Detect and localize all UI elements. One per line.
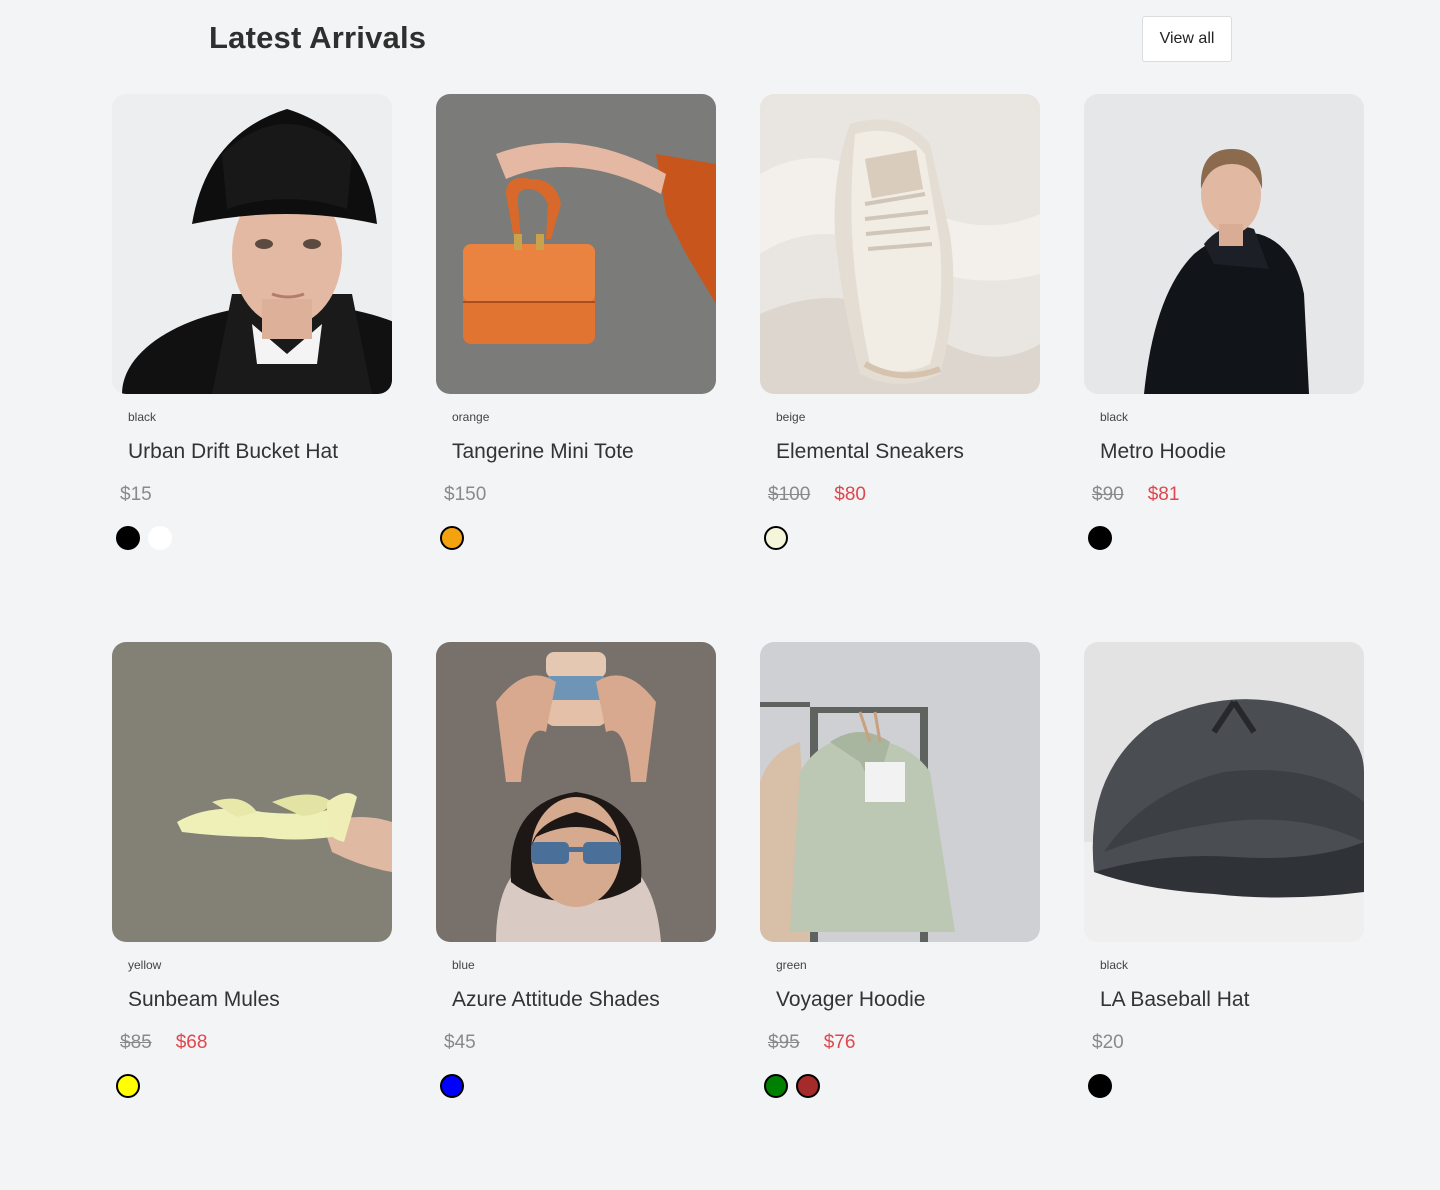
color-swatches — [764, 526, 788, 550]
price-row: $45 — [444, 1032, 476, 1054]
color-swatches — [116, 1074, 140, 1098]
color-swatches — [440, 526, 464, 550]
product-color-name: yellow — [128, 958, 162, 972]
color-swatch-white[interactable] — [148, 526, 172, 550]
product-color-name: black — [128, 410, 157, 424]
product-color-name: green — [776, 958, 807, 972]
product-image-shades[interactable] — [436, 642, 716, 942]
price-row: $100 $80 — [768, 484, 866, 506]
section-header: Latest Arrivals View all — [0, 0, 1440, 80]
product-photo — [1084, 642, 1364, 942]
product-name[interactable]: Elemental Sneakers — [776, 440, 964, 464]
product-original-price: $90 — [1092, 484, 1124, 505]
product-original-price: $85 — [120, 1032, 152, 1053]
color-swatches — [1088, 1074, 1112, 1098]
color-swatch-beige[interactable] — [764, 526, 788, 550]
price-row: $85 $68 — [120, 1032, 207, 1054]
product-color-name: blue — [452, 958, 475, 972]
product-image-sneakers[interactable] — [760, 94, 1040, 394]
product-card[interactable]: orange Tangerine Mini Tote $150 — [436, 94, 716, 642]
page-title: Latest Arrivals — [209, 20, 427, 55]
product-photo — [436, 94, 716, 394]
price-row: $15 — [120, 484, 152, 506]
product-sale-price: $76 — [823, 1032, 856, 1053]
price-row: $90 $81 — [1092, 484, 1179, 506]
product-image-bucket-hat[interactable] — [112, 94, 392, 394]
product-price: $150 — [444, 484, 487, 505]
color-swatch-black[interactable] — [1088, 1074, 1112, 1098]
product-card[interactable]: yellow Sunbeam Mules $85 $68 — [112, 642, 392, 1190]
product-name[interactable]: Voyager Hoodie — [776, 988, 925, 1012]
product-card[interactable]: green Voyager Hoodie $95 $76 — [760, 642, 1040, 1190]
color-swatches — [764, 1074, 820, 1098]
product-grid: black Urban Drift Bucket Hat $15 orange … — [112, 94, 1364, 1190]
product-name[interactable]: Azure Attitude Shades — [452, 988, 660, 1012]
product-image-baseball-hat[interactable] — [1084, 642, 1364, 942]
product-image-metro-hoodie[interactable] — [1084, 94, 1364, 394]
product-card[interactable]: black LA Baseball Hat $20 — [1084, 642, 1364, 1190]
product-photo — [112, 642, 392, 942]
product-photo — [760, 642, 1040, 942]
price-row: $150 — [444, 484, 486, 506]
product-original-price: $95 — [768, 1032, 800, 1053]
product-original-price: $100 — [768, 484, 811, 505]
product-photo — [760, 94, 1040, 394]
color-swatch-blue[interactable] — [440, 1074, 464, 1098]
price-row: $95 $76 — [768, 1032, 855, 1054]
product-sale-price: $80 — [834, 484, 866, 505]
color-swatches — [116, 526, 172, 550]
product-sale-price: $81 — [1147, 484, 1180, 505]
product-name[interactable]: LA Baseball Hat — [1100, 988, 1249, 1012]
color-swatch-black[interactable] — [1088, 526, 1112, 550]
product-card[interactable]: black Metro Hoodie $90 $81 — [1084, 94, 1364, 642]
product-photo — [436, 642, 716, 942]
product-color-name: black — [1100, 410, 1129, 424]
product-name[interactable]: Sunbeam Mules — [128, 988, 280, 1012]
product-image-mini-tote[interactable] — [436, 94, 716, 394]
product-name[interactable]: Urban Drift Bucket Hat — [128, 440, 338, 464]
product-price: $15 — [120, 484, 152, 505]
color-swatches — [440, 1074, 464, 1098]
product-photo — [1084, 94, 1364, 394]
product-image-mules[interactable] — [112, 642, 392, 942]
color-swatches — [1088, 526, 1112, 550]
color-swatch-brown[interactable] — [796, 1074, 820, 1098]
color-swatch-yellow[interactable] — [116, 1074, 140, 1098]
product-price: $20 — [1092, 1032, 1124, 1053]
price-row: $20 — [1092, 1032, 1124, 1054]
color-swatch-green[interactable] — [764, 1074, 788, 1098]
product-card[interactable]: black Urban Drift Bucket Hat $15 — [112, 94, 392, 642]
product-card[interactable]: blue Azure Attitude Shades $45 — [436, 642, 716, 1190]
product-card[interactable]: beige Elemental Sneakers $100 $80 — [760, 94, 1040, 642]
color-swatch-orange[interactable] — [440, 526, 464, 550]
product-color-name: orange — [452, 410, 490, 424]
product-name[interactable]: Tangerine Mini Tote — [452, 440, 634, 464]
product-price: $45 — [444, 1032, 476, 1053]
product-image-voyager-hoodie[interactable] — [760, 642, 1040, 942]
product-sale-price: $68 — [175, 1032, 208, 1053]
product-photo — [112, 94, 392, 394]
view-all-button[interactable]: View all — [1142, 16, 1232, 62]
color-swatch-black[interactable] — [116, 526, 140, 550]
product-color-name: beige — [776, 410, 806, 424]
product-name[interactable]: Metro Hoodie — [1100, 440, 1226, 464]
product-color-name: black — [1100, 958, 1129, 972]
